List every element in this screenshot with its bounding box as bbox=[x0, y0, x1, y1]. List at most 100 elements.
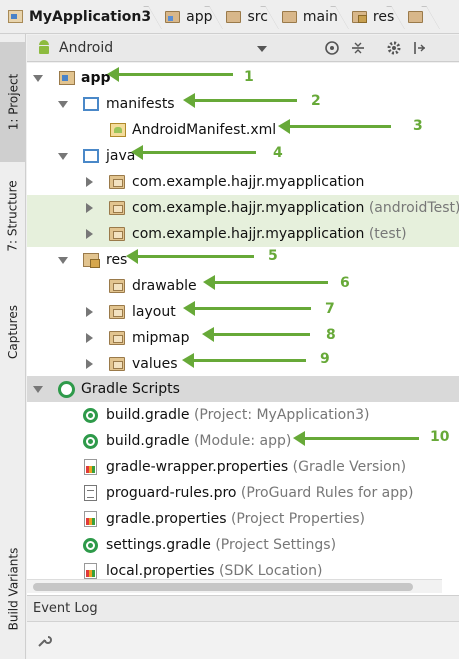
breadcrumb-label: main bbox=[302, 8, 338, 25]
annotation-number: 4 bbox=[273, 145, 283, 161]
annotation-arrow bbox=[183, 301, 311, 316]
annotation-arrow bbox=[107, 67, 233, 82]
view-mode-dropdown[interactable]: Android bbox=[27, 35, 277, 61]
tree-item-androidmanifest[interactable]: AndroidManifest.xml bbox=[27, 117, 459, 143]
breadcrumb-label: app bbox=[186, 8, 213, 25]
annotation-number: 5 bbox=[268, 248, 278, 264]
project-icon bbox=[8, 10, 23, 23]
breadcrumb-src[interactable]: src bbox=[226, 0, 281, 33]
project-panel-header: Android bbox=[27, 35, 459, 62]
breadcrumb: MyApplication3 app src main res bbox=[0, 0, 459, 34]
properties-file-icon bbox=[84, 511, 97, 527]
tree-item-gradle-properties[interactable]: gradle.properties (Project Properties) bbox=[27, 506, 459, 532]
collapse-all-button[interactable] bbox=[349, 39, 367, 57]
tree-item-name: local.properties bbox=[106, 563, 215, 579]
tree-item-name: proguard-rules.pro bbox=[106, 485, 237, 501]
properties-file-icon bbox=[84, 459, 97, 475]
tree-item-gradle-scripts[interactable]: Gradle Scripts bbox=[27, 376, 459, 402]
breadcrumb-label: MyApplication3 bbox=[29, 8, 152, 25]
gradle-file-icon bbox=[83, 407, 98, 423]
tree-item-label: com.example.hajjr.myapplication bbox=[132, 174, 365, 190]
tree-item-gradle-wrapper-properties[interactable]: gradle-wrapper.properties (Gradle Versio… bbox=[27, 454, 459, 480]
tab-structure[interactable]: 7: Structure bbox=[0, 156, 26, 276]
tree-item-hint: (test) bbox=[368, 226, 407, 242]
resource-folder-icon bbox=[351, 10, 367, 23]
chevron-right-icon bbox=[86, 307, 93, 317]
scrollbar-thumb[interactable] bbox=[33, 583, 413, 591]
chevron-down-icon bbox=[58, 152, 68, 160]
folder-icon bbox=[83, 97, 99, 111]
tree-item-name: com.example.hajjr.myapplication bbox=[132, 226, 365, 242]
folder-icon bbox=[109, 331, 125, 345]
package-icon bbox=[109, 175, 125, 189]
tree-item-package[interactable]: com.example.hajjr.myapplication bbox=[27, 169, 459, 195]
annotation-arrow bbox=[203, 275, 328, 290]
annotation-number: 1 bbox=[244, 69, 254, 85]
folder-icon bbox=[83, 149, 99, 163]
settings-button[interactable] bbox=[385, 39, 403, 57]
tree-item-hint: (Project: MyApplication3) bbox=[193, 407, 370, 423]
chevron-right-icon bbox=[86, 203, 93, 213]
module-icon bbox=[59, 71, 75, 85]
tree-item-drawable[interactable]: drawable bbox=[27, 273, 459, 299]
annotation-arrow bbox=[293, 431, 419, 446]
tree-item-manifests[interactable]: manifests bbox=[27, 91, 459, 117]
tree-item-settings-gradle[interactable]: settings.gradle (Project Settings) bbox=[27, 532, 459, 558]
tree-item-build-gradle-project[interactable]: build.gradle (Project: MyApplication3) bbox=[27, 402, 459, 428]
tree-item-name: settings.gradle bbox=[106, 537, 211, 553]
annotation-number: 8 bbox=[326, 327, 336, 343]
chevron-down-icon bbox=[58, 100, 68, 108]
package-icon bbox=[109, 201, 125, 215]
event-log-label: Event Log bbox=[33, 601, 98, 616]
target-icon bbox=[325, 41, 339, 55]
horizontal-scrollbar[interactable] bbox=[27, 579, 442, 593]
tree-item-hint: (SDK Location) bbox=[218, 563, 323, 579]
chevron-down-icon bbox=[58, 256, 68, 264]
tree-item-name: build.gradle bbox=[106, 433, 190, 449]
tree-item-mipmap[interactable]: mipmap bbox=[27, 325, 459, 351]
tree-item-app[interactable]: app bbox=[27, 65, 459, 91]
tree-item-label: build.gradle (Module: app) bbox=[106, 433, 291, 449]
scroll-from-source-button[interactable] bbox=[323, 39, 341, 57]
tree-item-package-test[interactable]: com.example.hajjr.myapplication (test) bbox=[27, 221, 459, 247]
tab-build-variants[interactable]: Build Variants bbox=[0, 534, 26, 644]
tree-item-build-gradle-module[interactable]: build.gradle (Module: app) bbox=[27, 428, 459, 454]
chevron-down-icon bbox=[33, 385, 43, 393]
tree-item-label: mipmap bbox=[132, 330, 190, 346]
tree-item-label: build.gradle (Project: MyApplication3) bbox=[106, 407, 369, 423]
properties-file-icon bbox=[84, 563, 97, 579]
tree-item-label: manifests bbox=[106, 96, 175, 112]
tree-item-package-androidtest[interactable]: com.example.hajjr.myapplication (android… bbox=[27, 195, 459, 221]
tree-item-layout[interactable]: layout bbox=[27, 299, 459, 325]
tree-item-hint: (androidTest) bbox=[368, 200, 459, 216]
module-folder-icon bbox=[165, 10, 181, 23]
annotation-number: 3 bbox=[413, 118, 423, 134]
folder-icon bbox=[226, 10, 242, 23]
hide-panel-button[interactable] bbox=[411, 39, 429, 57]
tab-project[interactable]: 1: Project bbox=[0, 42, 26, 162]
project-tree: app manifests AndroidManifest.xml java c… bbox=[27, 63, 459, 595]
tree-item-hint: (Gradle Version) bbox=[292, 459, 407, 475]
event-log-header[interactable]: Event Log bbox=[27, 595, 459, 621]
tree-item-label: Gradle Scripts bbox=[81, 381, 180, 397]
tree-item-java[interactable]: java bbox=[27, 143, 459, 169]
tree-item-res[interactable]: res bbox=[27, 247, 459, 273]
breadcrumb-res[interactable]: res bbox=[351, 0, 408, 33]
chevron-right-icon bbox=[86, 229, 93, 239]
left-tool-strip: 1: Project 7: Structure Captures Build V… bbox=[0, 34, 26, 659]
wrench-icon[interactable] bbox=[35, 632, 53, 654]
tree-item-values[interactable]: values bbox=[27, 351, 459, 377]
tree-item-proguard-rules[interactable]: proguard-rules.pro (ProGuard Rules for a… bbox=[27, 480, 459, 506]
collapse-icon bbox=[352, 42, 364, 54]
tree-item-label: local.properties (SDK Location) bbox=[106, 563, 322, 579]
breadcrumb-project[interactable]: MyApplication3 bbox=[8, 0, 165, 33]
breadcrumb-app[interactable]: app bbox=[165, 0, 226, 33]
chevron-down-icon bbox=[33, 74, 43, 82]
breadcrumb-main[interactable]: main bbox=[281, 0, 352, 33]
tab-captures[interactable]: Captures bbox=[0, 282, 26, 382]
breadcrumb-next[interactable] bbox=[408, 0, 443, 33]
tab-project-label: 1: Project bbox=[6, 73, 20, 131]
gradle-scripts-icon bbox=[58, 380, 75, 398]
tree-item-hint: (Module: app) bbox=[193, 433, 292, 449]
tree-item-label: com.example.hajjr.myapplication (android… bbox=[132, 200, 459, 216]
